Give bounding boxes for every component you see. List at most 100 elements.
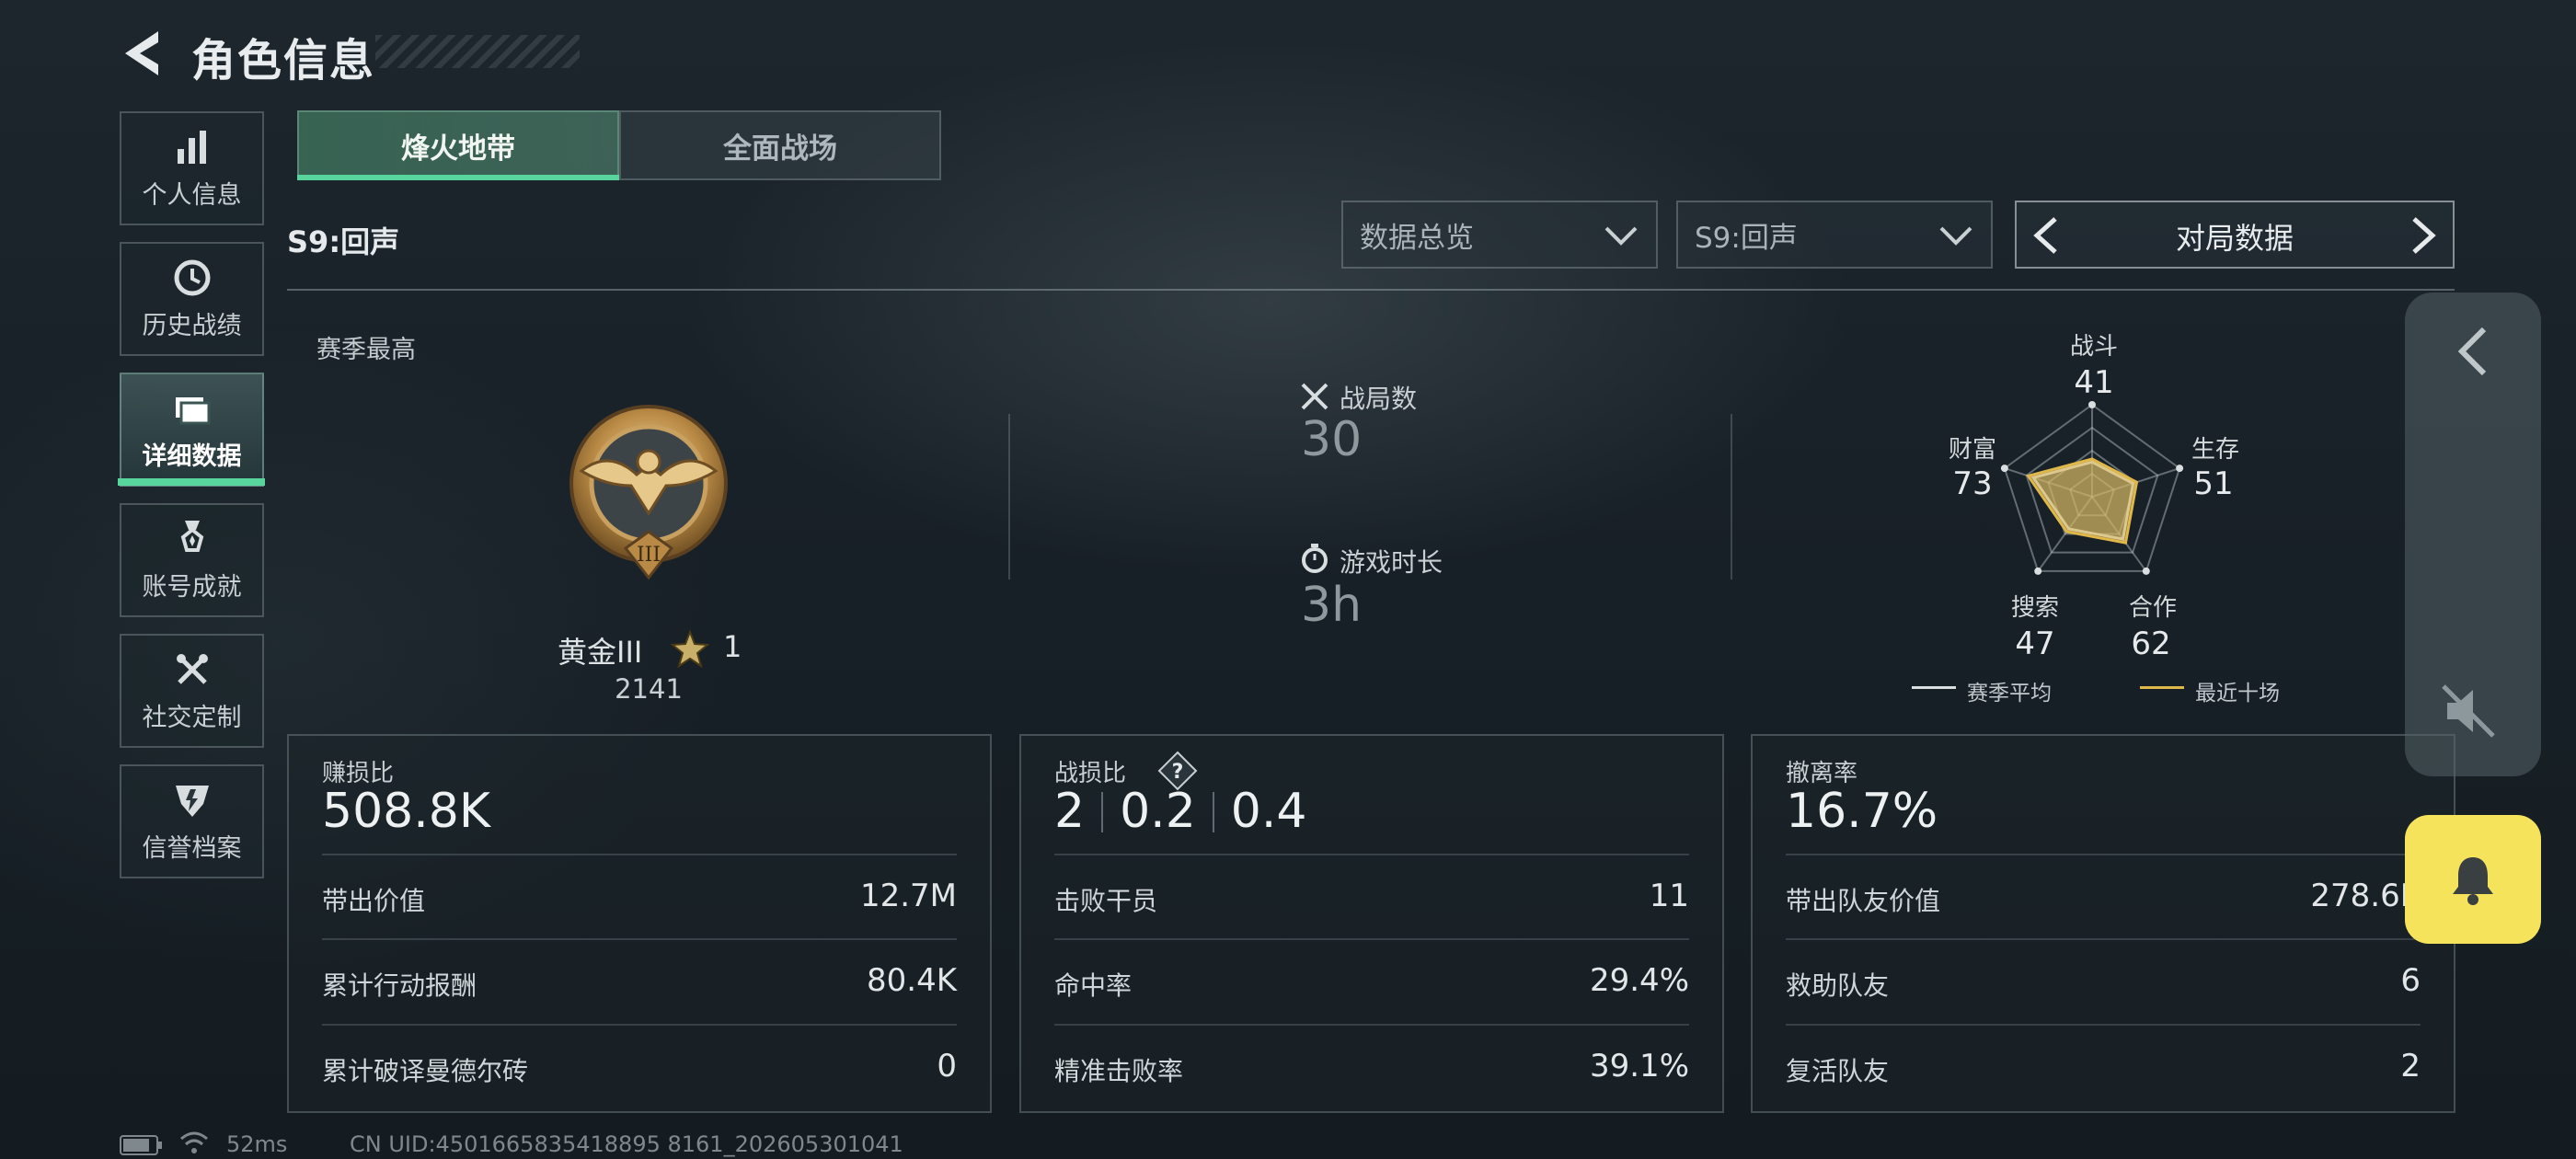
svg-text:III: III xyxy=(637,544,661,567)
user-uid: CN UID:4501665835418895 8161_20260530104… xyxy=(350,1131,903,1157)
rank-name: 黄金III xyxy=(558,635,643,670)
matches-label: 战局数 xyxy=(1340,384,1418,414)
radar-value-teamwork: 62 xyxy=(2131,625,2171,662)
kd-value-2: 0.2 xyxy=(1120,784,1196,839)
stat-row: 累计破译曼德尔砖 0 xyxy=(322,1024,957,1108)
stat-value: 39.1% xyxy=(1589,1048,1689,1084)
season-label: S9:回声 xyxy=(287,224,400,259)
playtime-value: 3h xyxy=(1301,578,1363,633)
kd-value-3: 0.4 xyxy=(1230,784,1307,839)
nav-label: 账号成就 xyxy=(142,572,242,602)
stat-row: 带出队友价值 278.6K xyxy=(1786,854,2421,938)
season-dropdown[interactable]: S9:回声 xyxy=(1676,201,1993,269)
nav-item-reputation[interactable]: 信誉档案 xyxy=(120,764,264,878)
nav-active-indicator xyxy=(118,478,265,486)
radar-value-wealth: 73 xyxy=(1952,465,1993,502)
nav-label: 社交定制 xyxy=(142,703,242,732)
wrench-tools-icon xyxy=(176,653,208,684)
nav-item-achievements[interactable]: 账号成就 xyxy=(120,503,264,617)
stat-row: 累计行动报酬 80.4K xyxy=(322,938,957,1023)
stat-value: 0 xyxy=(937,1048,957,1084)
stat-label: 命中率 xyxy=(1054,970,1133,1001)
profit-loss-card: 赚损比 508.8K 带出价值 12.7M 累计行动报酬 80.4K 累计破译曼德尔… xyxy=(287,734,992,1113)
stat-value: 2 xyxy=(2400,1048,2421,1084)
bell-icon xyxy=(2453,857,2493,905)
bar-chart-icon xyxy=(177,130,206,164)
column-divider xyxy=(1731,414,1732,580)
radar-value-combat: 41 xyxy=(2074,364,2114,401)
season-dropdown-value: S9:回声 xyxy=(1695,221,1798,255)
kill-death-card: 战损比 ? 2 0.2 0.4 击败干员 11 命中率 29.4% 精准击败率 39.1% xyxy=(1019,734,1724,1113)
stopwatch-icon xyxy=(1302,544,1328,573)
stat-label: 带出价值 xyxy=(322,886,426,916)
stat-value: 12.7M xyxy=(859,878,957,914)
radar-label-wealth: 财富 xyxy=(1948,436,1996,464)
stat-row: 命中率 29.4% xyxy=(1054,938,1689,1023)
stat-label: 累计破译曼德尔砖 xyxy=(322,1056,529,1086)
nav-item-history[interactable]: 历史战绩 xyxy=(120,242,264,356)
crossed-swords-icon xyxy=(1301,383,1328,410)
nav-label: 个人信息 xyxy=(142,180,242,210)
nav-item-personal-info[interactable]: 个人信息 xyxy=(120,111,264,225)
tab-full-battlefield[interactable]: 全面战场 xyxy=(619,110,941,180)
notification-button[interactable] xyxy=(2405,815,2541,944)
radar-value-survival: 51 xyxy=(2193,465,2234,502)
card-main-value: 508.8K xyxy=(322,784,490,839)
title-decoration xyxy=(375,35,580,68)
radar-label-teamwork: 合作 xyxy=(2128,594,2177,622)
stat-row: 带出价值 12.7M xyxy=(322,854,957,938)
playtime-label: 游戏时长 xyxy=(1340,547,1443,578)
radar-label-survival: 生存 xyxy=(2191,436,2239,464)
radar-axis-endpoint xyxy=(2142,567,2150,575)
folder-data-icon xyxy=(175,396,210,424)
column-divider xyxy=(1008,414,1010,580)
svg-text:?: ? xyxy=(1172,761,1184,784)
chevron-left-icon[interactable] xyxy=(2451,324,2495,379)
extraction-rate-card: 撤离率 16.7% 带出队友价值 278.6K 救助队友 6 复活队友 2 xyxy=(1751,734,2455,1113)
legend-recent-label: 最近十场 xyxy=(2195,682,2280,706)
card-main-value-group: 2 0.2 0.4 xyxy=(1054,784,1307,839)
back-button[interactable] xyxy=(118,26,167,81)
stat-row: 击败干员 11 xyxy=(1054,854,1689,938)
legend-recent-swatch xyxy=(2140,686,2184,689)
legend-avg-swatch xyxy=(1912,686,1956,689)
ping-readout: 52ms xyxy=(226,1131,288,1157)
back-arrow-icon xyxy=(125,31,158,75)
stat-value: 6 xyxy=(2400,962,2421,999)
stat-label: 击败干员 xyxy=(1054,886,1158,916)
overview-dropdown[interactable]: 数据总览 xyxy=(1341,201,1658,269)
page-title: 角色信息 xyxy=(191,35,376,86)
rank-score: 2141 xyxy=(615,673,683,705)
stat-value: 11 xyxy=(1649,878,1689,914)
pager-label: 对局数据 xyxy=(2175,221,2294,256)
shield-reputation-icon xyxy=(175,785,209,817)
legend-avg-label: 赛季平均 xyxy=(1967,682,2052,706)
clock-history-icon xyxy=(174,259,210,295)
stat-row: 精准击败率 39.1% xyxy=(1054,1024,1689,1108)
chevron-down-icon xyxy=(1939,226,1972,246)
tab-active-indicator xyxy=(297,175,619,180)
card-main-value: 16.7% xyxy=(1786,784,1938,839)
overview-dropdown-value: 数据总览 xyxy=(1360,221,1474,255)
nav-label: 信誉档案 xyxy=(142,833,242,863)
stat-label: 复活队友 xyxy=(1786,1056,1890,1086)
radar-axis-endpoint xyxy=(2034,567,2042,575)
nav-item-detailed-data[interactable]: 详细数据 xyxy=(120,373,264,487)
stat-label: 救助队友 xyxy=(1786,970,1890,1001)
radar-value-search: 47 xyxy=(2015,625,2055,662)
star-icon xyxy=(670,629,710,669)
nav-label: 历史战绩 xyxy=(142,311,242,340)
nav-item-social[interactable]: 社交定制 xyxy=(120,634,264,748)
data-type-pager: 对局数据 xyxy=(2015,201,2455,269)
chevron-right-icon[interactable] xyxy=(2405,215,2442,256)
rank-star-count: 1 xyxy=(723,629,742,664)
kd-value-1: 2 xyxy=(1054,784,1086,839)
stat-label: 累计行动报酬 xyxy=(322,970,477,1001)
matches-value: 30 xyxy=(1301,412,1363,467)
season-peak-label: 赛季最高 xyxy=(316,336,416,364)
stat-value: 80.4K xyxy=(867,962,957,999)
stat-row: 救助队友 6 xyxy=(1786,938,2421,1023)
mute-icon[interactable] xyxy=(2438,681,2499,741)
tab-beacon-zone[interactable]: 烽火地带 xyxy=(297,110,619,180)
radar-axis-endpoint xyxy=(2088,401,2096,408)
